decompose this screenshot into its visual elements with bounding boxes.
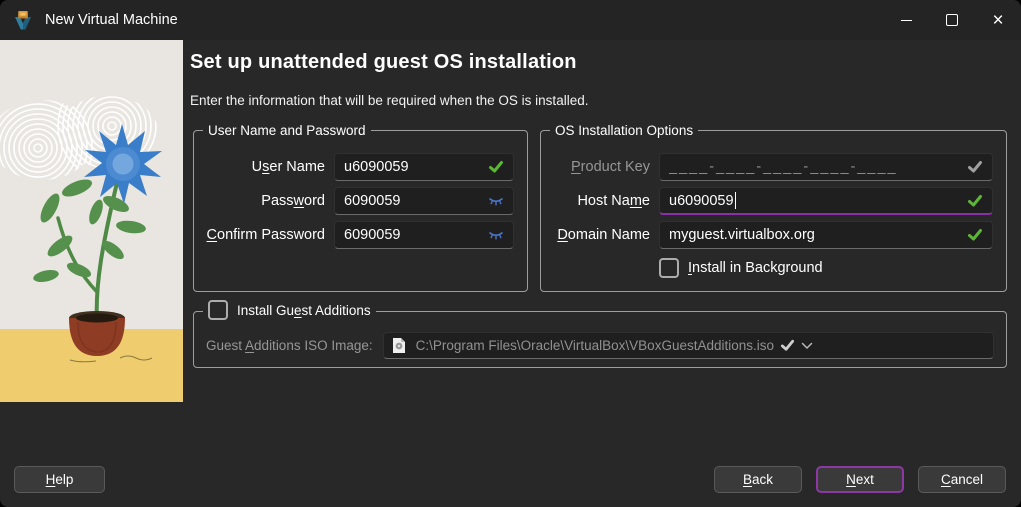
group-title-os: OS Installation Options [550,122,698,139]
host-name-row: Host Name u6090059 [551,187,993,215]
user-name-field[interactable]: u6090059 [334,153,514,181]
cancel-button[interactable]: Cancel [918,466,1006,493]
install-in-background-row: Install in Background [659,255,993,281]
user-name-label: User Name [204,159,334,175]
minimize-icon [901,20,912,21]
titlebar: New Virtual Machine × [0,0,1021,40]
valid-check-icon [967,193,983,209]
install-in-background-checkbox[interactable] [659,258,679,278]
group-title-guest-additions: Install Guest Additions [203,300,376,320]
groupbox-os-installation-options: OS Installation Options Product Key ____… [540,130,1007,292]
groupbox-install-guest-additions: Install Guest Additions Guest Additions … [193,311,1007,368]
password-field[interactable]: 6090059 [334,187,514,215]
host-name-label: Host Name [551,193,659,209]
window-title: New Virtual Machine [45,12,178,28]
guest-additions-iso-combo[interactable]: C:\Program Files\Oracle\VirtualBox\VBoxG… [383,332,994,359]
virtualbox-logo-icon [11,8,35,32]
chevron-down-icon[interactable] [801,342,813,350]
install-guest-additions-checkbox[interactable] [208,300,228,320]
next-button[interactable]: Next [816,466,904,493]
window-controls: × [883,0,1021,40]
password-label: Password [204,193,334,209]
iso-file-icon [392,337,406,354]
group-title-user: User Name and Password [203,122,371,139]
confirm-password-label: Confirm Password [204,227,334,243]
neutral-check-icon [780,338,795,353]
domain-name-field[interactable]: myguest.virtualbox.org [659,221,993,249]
confirm-password-field[interactable]: 6090059 [334,221,514,249]
install-guest-additions-label: Install Guest Additions [237,302,371,319]
page-subtitle: Enter the information that will be requi… [190,93,588,108]
password-reveal-icon[interactable] [488,196,504,207]
close-button[interactable]: × [975,0,1021,40]
install-in-background-label: Install in Background [688,260,823,276]
valid-check-icon [488,159,504,175]
product-key-row: Product Key ____-____-____-____-____ [551,153,993,181]
neutral-check-icon [967,159,983,175]
groupbox-user-name-password: User Name and Password User Name u609005… [193,130,528,292]
page-title: Set up unattended guest OS installation [190,51,577,74]
confirm-password-row: Confirm Password 6090059 [204,221,514,249]
back-button[interactable]: Back [714,466,802,493]
guest-additions-iso-label: Guest Additions ISO Image: [206,338,383,353]
password-reveal-icon[interactable] [488,230,504,241]
product-key-label: Product Key [551,159,659,175]
help-button[interactable]: Help [14,466,105,493]
text-caret [735,192,736,209]
maximize-button[interactable] [929,0,975,40]
domain-name-label: Domain Name [551,227,659,243]
valid-check-icon [967,227,983,243]
maximize-icon [946,14,958,26]
wizard-buttons: Back Next Cancel [714,466,1006,493]
minimize-button[interactable] [883,0,929,40]
close-icon: × [992,11,1003,30]
plant-illustration [0,40,183,402]
product-key-field: ____-____-____-____-____ [659,153,993,181]
password-row: Password 6090059 [204,187,514,215]
guest-additions-iso-row: Guest Additions ISO Image: C:\Program Fi… [206,332,994,359]
domain-name-row: Domain Name myguest.virtualbox.org [551,221,993,249]
user-name-row: User Name u6090059 [204,153,514,181]
host-name-field[interactable]: u6090059 [659,187,993,215]
new-vm-dialog: New Virtual Machine × [0,0,1021,507]
